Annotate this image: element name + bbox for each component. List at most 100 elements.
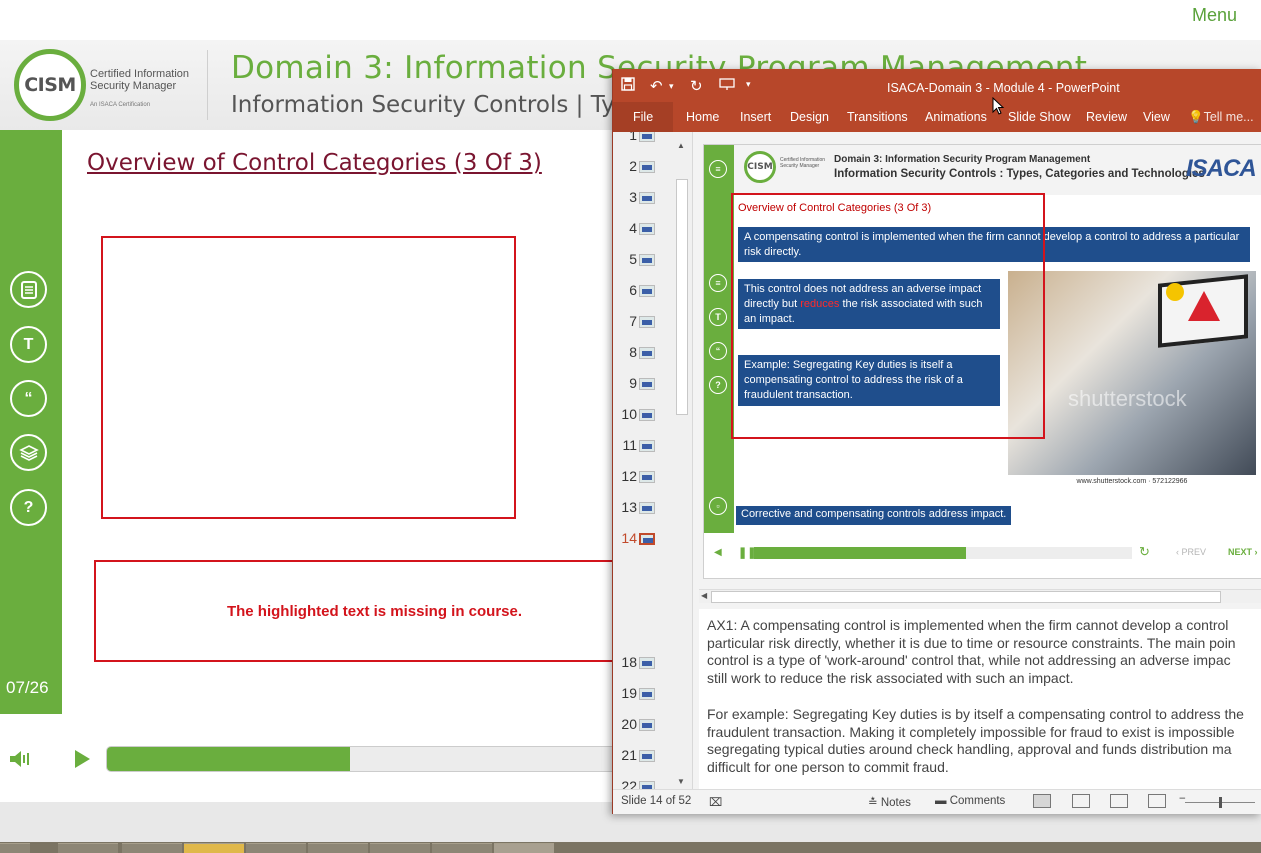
taskbar-app-3[interactable]: [184, 843, 244, 853]
tab-home[interactable]: Home: [686, 110, 719, 124]
top-bar: Menu: [0, 0, 1261, 40]
scrollbar-thumb[interactable]: [676, 179, 688, 415]
layers-icon[interactable]: [10, 434, 47, 471]
tab-slide-show[interactable]: Slide Show: [1008, 110, 1071, 124]
course-slide-heading: Overview of Control Categories (3 Of 3): [87, 150, 542, 176]
slide-indicator[interactable]: Slide 14 of 52: [621, 795, 691, 807]
slide-transcript-icon: T: [709, 308, 727, 326]
slide-photo: shutterstock www.shutterstock.com · 5721…: [1008, 271, 1256, 489]
taskbar-app-4[interactable]: [246, 843, 306, 853]
missing-text-note: The highlighted text is missing in cours…: [94, 560, 655, 662]
tab-view[interactable]: View: [1143, 110, 1170, 124]
ppt-document-title: ISACA-Domain 3 - Module 4 - PowerPoint: [887, 81, 1120, 95]
undo-dropdown-icon[interactable]: ▾: [669, 81, 674, 92]
tab-design[interactable]: Design: [790, 110, 829, 124]
spellcheck-icon[interactable]: ⌧: [709, 795, 722, 809]
ppt-title-bar: ↶ ▾ ↻ ▾ ISACA-Domain 3 - Module 4 - Powe…: [613, 69, 1261, 102]
taskbar-start[interactable]: [0, 843, 30, 853]
photo-credit: www.shutterstock.com · 572122966: [1008, 475, 1256, 489]
slide-notes-icon: ≡: [709, 274, 727, 292]
tab-animations[interactable]: Animations: [925, 110, 987, 124]
normal-view-icon[interactable]: [1033, 794, 1051, 808]
notes-icon[interactable]: [10, 271, 47, 308]
notes-line: AX1: A compensating control is implement…: [707, 617, 1229, 633]
page-counter: 07/26: [6, 678, 49, 697]
zoom-slider-handle[interactable]: [1219, 797, 1222, 808]
slide-sorter-icon[interactable]: [1072, 794, 1090, 808]
tell-me-search[interactable]: 💡Tell me...: [1188, 110, 1254, 125]
tab-file[interactable]: File: [633, 110, 653, 124]
course-progress-bar[interactable]: [106, 746, 626, 772]
notes-line: fraudulent transaction. Making it comple…: [707, 723, 1235, 740]
transcript-icon[interactable]: T: [10, 326, 47, 363]
course-subtitle: Information Security Controls | Types: [231, 92, 656, 118]
thumbnail-scrollbar[interactable]: ▲ ▼: [675, 139, 689, 789]
slide-help-icon: ?: [709, 376, 727, 394]
menu-link[interactable]: Menu: [1192, 5, 1237, 26]
course-player-bar: [0, 740, 626, 778]
left-rail: T “ ? 07/26: [0, 130, 62, 714]
tab-review[interactable]: Review: [1086, 110, 1127, 124]
taskbar: [0, 842, 1261, 853]
ppt-ribbon: File Home Insert Design Transitions Anim…: [613, 102, 1261, 132]
slide-quote-icon: “: [709, 342, 727, 360]
header-divider: [207, 50, 208, 120]
powerpoint-window: ↶ ▾ ↻ ▾ ISACA-Domain 3 - Module 4 - Powe…: [612, 69, 1261, 814]
isaca-logo: ISACA: [1186, 155, 1257, 182]
scroll-left-icon[interactable]: ◀: [701, 591, 707, 600]
taskbar-app-powerpoint[interactable]: [494, 843, 554, 853]
taskbar-app-1[interactable]: [58, 843, 118, 853]
slide-prev: ‹ PREV: [1176, 547, 1207, 557]
play-icon[interactable]: [72, 748, 92, 770]
highlight-annotation-box: [731, 193, 1045, 439]
slide-title-line2: Information Security Controls : Types, C…: [834, 168, 1205, 180]
scroll-up-icon[interactable]: ▲: [677, 141, 685, 150]
slide-left-rail: ≡ ≡ T “ ? ▫: [704, 145, 734, 578]
slide-player-controls: ◀ ❚❚ ↻ ‹ PREV NEXT ›: [704, 533, 1261, 578]
slide-cism-logo: CISM: [744, 151, 776, 183]
speaker-notes-pane[interactable]: AX1: A compensating control is implement…: [699, 609, 1261, 789]
help-icon[interactable]: ?: [10, 489, 47, 526]
tab-transitions[interactable]: Transitions: [847, 110, 908, 124]
taskbar-app-6[interactable]: [370, 843, 430, 853]
scroll-down-icon[interactable]: ▼: [677, 777, 685, 786]
zoom-out-icon[interactable]: −: [1179, 793, 1186, 805]
zoom-slider[interactable]: [1185, 797, 1255, 808]
course-progress-fill: [107, 747, 351, 771]
redo-icon[interactable]: ↻: [690, 77, 703, 95]
customize-toolbar-icon[interactable]: ▾: [746, 79, 751, 90]
taskbar-app-7[interactable]: [432, 843, 492, 853]
taskbar-app-5[interactable]: [308, 843, 368, 853]
horizontal-scrollbar-thumb[interactable]: [711, 591, 1221, 603]
undo-icon[interactable]: ↶: [650, 77, 663, 95]
notes-button[interactable]: ≛ Notes: [868, 795, 911, 809]
comments-button[interactable]: ▬ Comments: [935, 795, 1005, 807]
slide-next: NEXT ›: [1228, 547, 1258, 557]
slide-header: CISM Certified Information Security Mana…: [734, 145, 1261, 195]
logo-caption-small: An ISACA Certification: [90, 102, 151, 108]
volume-icon[interactable]: [8, 748, 32, 770]
save-icon[interactable]: [621, 77, 635, 95]
tab-insert[interactable]: Insert: [740, 110, 771, 124]
slide-footer-note: Corrective and compensating controls add…: [736, 506, 1012, 525]
cism-logo: CISM: [14, 49, 86, 121]
slide-horizontal-scrollbar[interactable]: ◀: [699, 589, 1261, 603]
slide-title-line1: Domain 3: Information Security Program M…: [834, 154, 1091, 165]
quote-icon[interactable]: “: [10, 380, 47, 417]
notes-line: still work to reduce the risk associated…: [707, 670, 1074, 687]
slide-progress-fill: [754, 547, 966, 559]
logo-caption: Certified Information Security Manager: [90, 68, 190, 92]
reading-view-icon[interactable]: [1110, 794, 1128, 808]
slide-chat-icon: ▫: [709, 497, 727, 515]
present-icon[interactable]: [719, 77, 735, 95]
slideshow-view-icon[interactable]: [1148, 794, 1166, 808]
slide-replay-icon: ↻: [1139, 544, 1150, 559]
taskbar-app-2[interactable]: [122, 843, 182, 853]
comment-icon: ▬: [935, 795, 950, 807]
slide-volume-icon: ◀: [714, 547, 722, 558]
lightbulb-icon: 💡: [1188, 110, 1204, 124]
missing-content-box: [101, 236, 516, 519]
warning-icon: [1188, 291, 1220, 321]
notes-line: difficult for one person to commit fraud…: [707, 758, 949, 775]
slide-menu-icon: ≡: [709, 160, 727, 178]
